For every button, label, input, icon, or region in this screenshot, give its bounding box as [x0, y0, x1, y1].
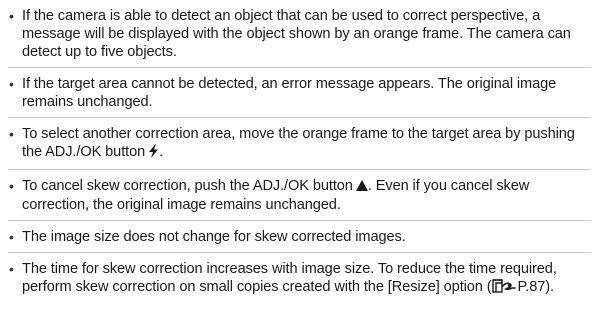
list-item: • The time for skew correction increases…: [8, 253, 591, 305]
bullet-marker: •: [9, 126, 14, 142]
bullet-marker: •: [9, 8, 14, 24]
list-item-text: To select another correction area, move …: [22, 126, 575, 160]
bullet-marker: •: [9, 261, 14, 277]
bullet-marker: •: [9, 76, 14, 92]
up-triangle-icon: [355, 178, 368, 196]
page-reference-icon: [491, 279, 516, 299]
list-item-text-end: P.87).: [517, 279, 555, 295]
list-item-text: The time for skew correction increases w…: [22, 261, 557, 295]
flash-icon: [148, 144, 159, 163]
list-item-text: To cancel skew correction, push the ADJ.…: [22, 178, 353, 194]
list-item: • To select another correction area, mov…: [8, 118, 591, 170]
bullet-marker: •: [9, 229, 14, 245]
list-item: • If the camera is able to detect an obj…: [8, 0, 591, 68]
list-item: • The image size does not change for ske…: [8, 221, 591, 253]
notes-list: • If the camera is able to detect an obj…: [8, 0, 591, 305]
bullet-marker: •: [9, 178, 14, 194]
list-item-text: The image size does not change for skew …: [22, 229, 406, 245]
list-item-text-end: .: [159, 144, 164, 160]
list-item-text: If the camera is able to detect an objec…: [22, 8, 571, 60]
list-item: • To cancel skew correction, push the AD…: [8, 170, 591, 221]
manual-page: • If the camera is able to detect an obj…: [0, 0, 597, 333]
list-item-text: If the target area cannot be detected, a…: [22, 76, 557, 110]
list-item: • If the target area cannot be detected,…: [8, 68, 591, 118]
